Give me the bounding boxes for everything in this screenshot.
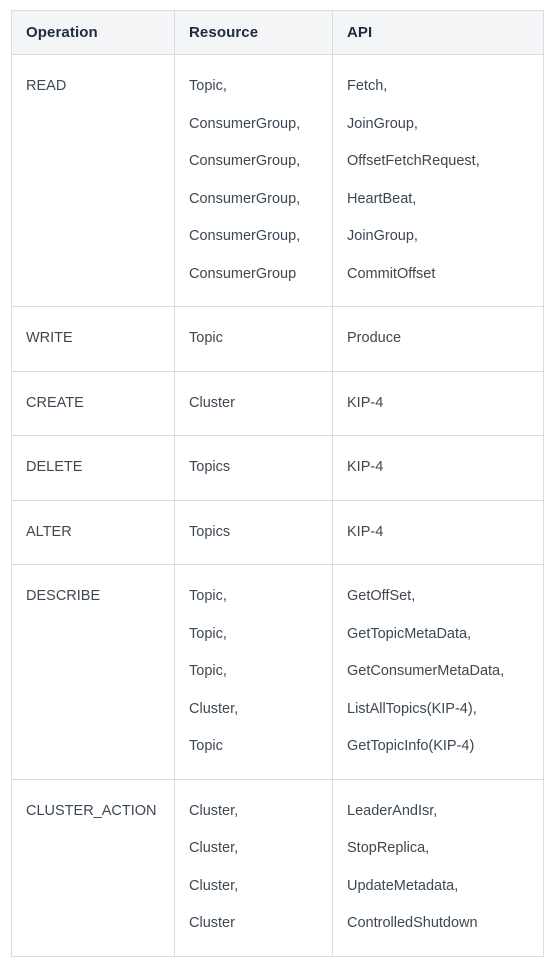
api-item: OffsetFetchRequest,: [347, 153, 480, 169]
cell-api: KIP-4: [332, 371, 544, 436]
cell-resource: Topics: [174, 500, 333, 565]
resource-item: Topics: [189, 523, 231, 540]
api-item: ListAllTopics(KIP-4),: [347, 700, 477, 717]
operation-label: CLUSTER_ACTION: [26, 802, 157, 819]
cell-api: Fetch, JoinGroup, OffsetFetchRequest, Heart…: [332, 54, 544, 307]
resource-item: ConsumerGroup,: [189, 153, 301, 169]
resource-item: Cluster,: [189, 877, 239, 894]
api-item: JoinGroup,: [347, 228, 418, 244]
api-item: KIP-4: [347, 523, 384, 540]
resource-item: Cluster: [189, 394, 235, 411]
api-item: UpdateMetadata,: [347, 877, 459, 894]
cell-api-lines: GetOffSet, GetTopicMetaData, GetConsumerMe…: [347, 578, 543, 766]
table-header: Operation Resource API: [11, 10, 544, 55]
cell-resource-lines: Topic: [189, 320, 332, 358]
cell-operation: WRITE: [11, 306, 175, 372]
cell-resource-lines: Topics: [189, 449, 332, 487]
resource-item: Topic,: [189, 625, 227, 642]
table-row: CLUSTER_ACTION Cluster, Cluster, Cluster, Cl…: [11, 779, 544, 956]
column-header-api: API: [332, 10, 544, 55]
operation-label: DESCRIBE: [26, 588, 101, 604]
api-item: CommitOffset: [347, 265, 436, 282]
api-item: LeaderAndIsr,: [347, 802, 438, 819]
resource-item: Topic,: [189, 663, 227, 679]
cell-resource-lines: Cluster: [189, 385, 332, 423]
cell-resource-lines: Topics: [189, 514, 332, 552]
api-item: GetTopicMetaData,: [347, 625, 472, 642]
resource-item: ConsumerGroup,: [189, 115, 301, 132]
table-row: CREATE Cluster KIP-4: [11, 371, 544, 436]
cell-api-lines: Produce: [347, 320, 543, 358]
operation-label: READ: [26, 78, 67, 94]
api-item: ControlledShutdown: [347, 915, 478, 931]
resource-item: Cluster,: [189, 700, 239, 717]
table-row: ALTER Topics KIP-4: [11, 500, 544, 565]
resource-item: Cluster: [189, 915, 235, 931]
cell-operation: READ: [11, 54, 175, 307]
resource-item: ConsumerGroup,: [189, 190, 301, 207]
cell-operation: DELETE: [11, 435, 175, 501]
resource-item: Topic: [189, 738, 223, 754]
table-row: READ Topic, ConsumerGroup, ConsumerGroup, Co…: [11, 54, 544, 307]
cell-api-lines: KIP-4: [347, 514, 543, 552]
api-item: KIP-4: [347, 459, 384, 475]
cell-api: LeaderAndIsr, StopReplica, UpdateMetadata,…: [333, 779, 544, 956]
operation-label: CREATE: [26, 394, 84, 411]
resource-item: Cluster,: [189, 802, 239, 819]
cell-api-lines: KIP-4: [347, 385, 543, 423]
operation-label: WRITE: [26, 330, 73, 346]
cell-resource: Cluster, Cluster, Cluster, Cluster: [174, 779, 333, 956]
cell-operation: CREATE: [11, 371, 175, 436]
cell-resource: Topic, Topic, Topic, Cluster, Topic: [174, 564, 333, 780]
cell-api: Produce: [332, 306, 544, 372]
resource-item: Topic: [189, 330, 223, 346]
cell-resource: Topic, ConsumerGroup, ConsumerGroup, Consum…: [174, 54, 333, 307]
operation-label: ALTER: [26, 523, 72, 540]
cell-operation: ALTER: [11, 500, 175, 565]
cell-operation: DESCRIBE: [11, 564, 175, 780]
cell-api-lines: KIP-4: [347, 449, 543, 487]
api-item: Fetch,: [347, 78, 388, 94]
api-item: KIP-4: [347, 394, 384, 411]
resource-item: Topic,: [189, 78, 227, 94]
api-item: JoinGroup,: [347, 115, 418, 132]
column-header-operation: Operation: [11, 10, 175, 55]
api-item: Produce: [347, 330, 402, 346]
resource-item: ConsumerGroup: [189, 265, 297, 282]
cell-api: KIP-4: [332, 500, 544, 565]
table-header-row: Operation Resource API: [11, 10, 544, 55]
cell-api-lines: Fetch, JoinGroup, OffsetFetchRequest, Heart…: [347, 68, 543, 293]
cell-resource: Topic: [174, 306, 333, 372]
table-body: READ Topic, ConsumerGroup, ConsumerGroup, Co…: [11, 54, 544, 956]
table-row: DELETE Topics KIP-4: [11, 435, 544, 501]
column-header-resource: Resource: [174, 10, 333, 55]
cell-resource: Cluster: [174, 371, 333, 436]
cell-resource-lines: Topic, Topic, Topic, Cluster, Topic: [189, 578, 332, 766]
cell-resource-lines: Topic, ConsumerGroup, ConsumerGroup, Consum…: [189, 68, 332, 293]
operation-label: DELETE: [26, 459, 83, 475]
resource-item: Topics: [189, 459, 231, 475]
api-item: HeartBeat,: [347, 190, 417, 207]
api-item: StopReplica,: [347, 840, 430, 856]
api-item: GetOffSet,: [347, 588, 416, 604]
api-item: GetTopicInfo(KIP-4): [347, 738, 475, 754]
resource-item: Cluster,: [189, 840, 239, 856]
cell-api-lines: LeaderAndIsr, StopReplica, UpdateMetadata,…: [347, 793, 543, 943]
cell-resource-lines: Cluster, Cluster, Cluster, Cluster: [189, 793, 332, 943]
table-row: DESCRIBE Topic, Topic, Topic, Cluster, Topic G…: [11, 564, 544, 780]
cell-resource: Topics: [174, 435, 333, 501]
cell-operation: CLUSTER_ACTION: [11, 779, 175, 956]
resource-item: Topic,: [189, 588, 227, 604]
cell-api: GetOffSet, GetTopicMetaData, GetConsumerMe…: [332, 564, 544, 780]
cell-api: KIP-4: [332, 435, 544, 501]
api-item: GetConsumerMetaData,: [347, 663, 505, 679]
resource-item: ConsumerGroup,: [189, 228, 301, 244]
table-row: WRITE Topic Produce: [11, 306, 544, 372]
